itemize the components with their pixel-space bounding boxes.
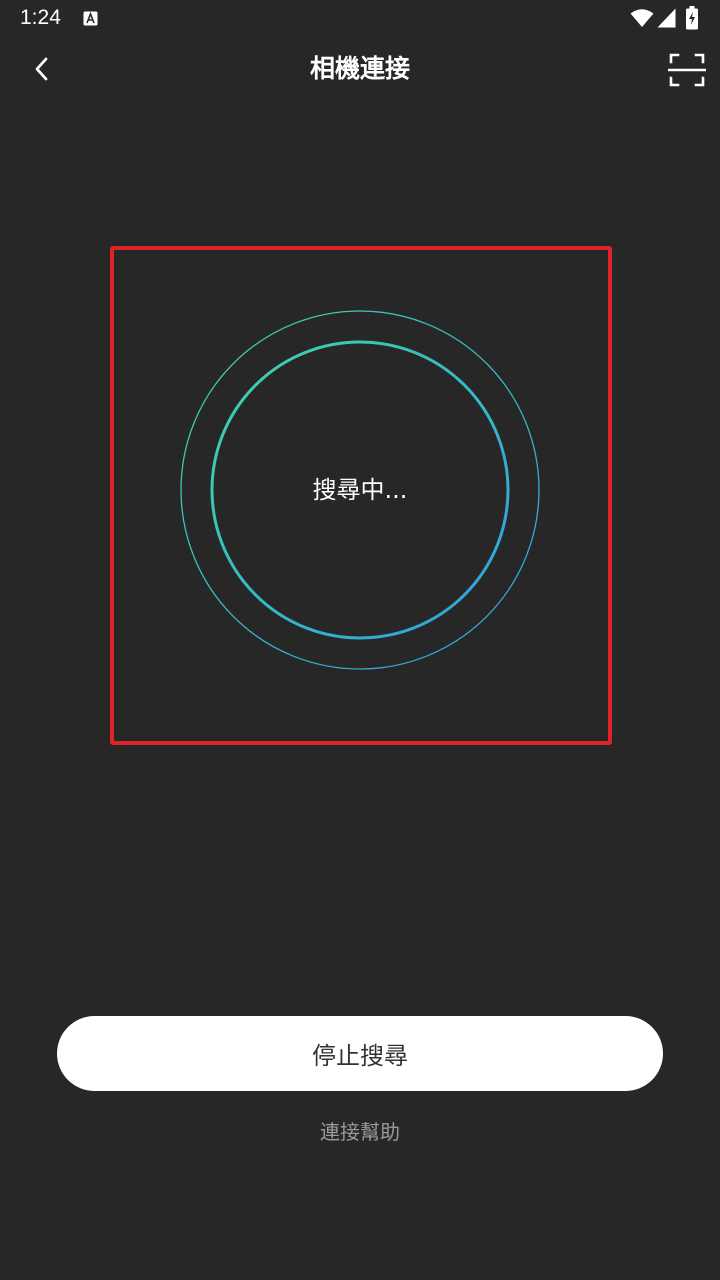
connection-help-link[interactable]: 連接幫助 bbox=[210, 1114, 510, 1150]
scan-button[interactable] bbox=[667, 52, 707, 88]
page-title: 相機連接 bbox=[309, 54, 410, 83]
signal-icon bbox=[657, 8, 676, 28]
camera-connect-screen: 1:24 相機連接 搜尋中... 停止搜尋 連接幫助 bbox=[0, 0, 720, 1280]
wifi-icon bbox=[630, 9, 654, 27]
status-time: 1:24 bbox=[20, 6, 61, 29]
app-notification-icon bbox=[83, 11, 98, 26]
searching-status-text: 搜尋中... bbox=[312, 476, 408, 504]
battery-charging-icon bbox=[686, 6, 698, 30]
chevron-left-icon bbox=[35, 57, 48, 81]
status-bar: 1:24 bbox=[0, 0, 720, 38]
stop-search-button[interactable]: 停止搜尋 bbox=[57, 1016, 663, 1091]
scan-icon bbox=[667, 53, 707, 87]
back-button[interactable] bbox=[24, 50, 60, 88]
